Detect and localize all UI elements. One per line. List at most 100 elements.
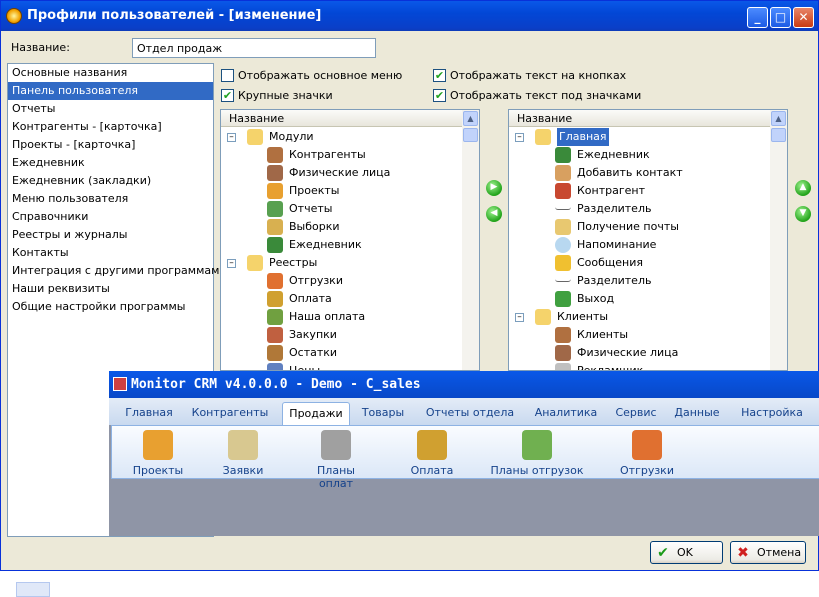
section-item[interactable]: Проекты - [карточка]	[8, 136, 213, 154]
arrow-down-icon[interactable]: ▼	[795, 206, 811, 222]
section-item[interactable]: Общие настройки программы	[8, 298, 213, 316]
ribbon-button[interactable]: Планы отгрузок	[490, 430, 584, 477]
message-icon	[555, 255, 571, 271]
shipment-icon	[632, 430, 662, 460]
check-icon[interactable]: ✔	[221, 89, 234, 102]
tree-node[interactable]: Остатки	[267, 344, 337, 362]
tree-node[interactable]: Выборки	[267, 218, 340, 236]
collapse-icon[interactable]: –	[515, 133, 524, 142]
tree-node[interactable]: Ежедневник	[267, 236, 362, 254]
preview-tab[interactable]: Отчеты отдела	[423, 402, 517, 425]
tree-node[interactable]: Модули	[247, 128, 314, 146]
preview-tab[interactable]: Контрагенты	[189, 402, 271, 425]
scroll-up-icon[interactable]: ▲	[463, 111, 478, 126]
payment-icon	[267, 309, 283, 325]
tree-node[interactable]: Отчеты	[267, 200, 332, 218]
section-item[interactable]: Контрагенты - [карточка]	[8, 118, 213, 136]
tree-node[interactable]: Контрагенты	[267, 146, 366, 164]
truck-icon	[267, 273, 283, 289]
section-item[interactable]: Отчеты	[8, 100, 213, 118]
tree-node[interactable]: Добавить контакт	[555, 164, 683, 182]
report-icon	[267, 201, 283, 217]
ribbon-button[interactable]: Отгрузки	[616, 430, 678, 477]
tree-node[interactable]: Наша оплата	[267, 308, 365, 326]
text-under-icons-checkbox[interactable]: ✔ Отображать текст под значками	[433, 89, 641, 102]
title-bar: Профили пользователей - [изменение] _ □ …	[1, 1, 818, 31]
window-title: Профили пользователей - [изменение]	[27, 8, 322, 23]
checkbox-box[interactable]	[221, 69, 234, 82]
tree-node[interactable]: Отгрузки	[267, 272, 343, 290]
scroll-up-icon[interactable]: ▲	[771, 111, 786, 126]
section-item[interactable]: Наши реквизиты	[8, 280, 213, 298]
collapse-icon[interactable]: –	[515, 313, 524, 322]
maximize-button[interactable]: □	[770, 7, 791, 28]
large-icons-checkbox[interactable]: ✔ Крупные значки	[221, 89, 333, 102]
tree-node[interactable]: Разделитель	[555, 200, 651, 218]
section-item[interactable]: Основные названия	[8, 64, 213, 82]
ribbon-button[interactable]: Планы оплат	[300, 430, 372, 490]
tree-node[interactable]: Получение почты	[555, 218, 679, 236]
arrow-left-icon[interactable]: ◀	[486, 206, 502, 222]
check-icon[interactable]: ✔	[433, 89, 446, 102]
cancel-button[interactable]: ✖ Отмена	[730, 541, 806, 564]
minimize-button[interactable]: _	[747, 7, 768, 28]
folder-icon	[535, 129, 551, 145]
section-item[interactable]: Ежедневник (закладки)	[8, 172, 213, 190]
preview-tab[interactable]: Товары	[357, 402, 409, 425]
ok-button[interactable]: ✔ OK	[650, 541, 723, 564]
tree-node[interactable]: Цены	[267, 362, 320, 370]
preview-tab[interactable]: Сервис	[610, 402, 662, 425]
tree-node[interactable]: Клиенты	[555, 326, 628, 344]
tree-node[interactable]: Контрагент	[555, 182, 645, 200]
arrow-up-icon[interactable]: ▲	[795, 180, 811, 196]
vertical-scrollbar[interactable]: ▲	[462, 110, 479, 370]
preview-tab[interactable]: Главная	[119, 402, 179, 425]
tree-node[interactable]: Выход	[555, 290, 614, 308]
section-item[interactable]: Меню пользователя	[8, 190, 213, 208]
name-input[interactable]	[132, 38, 376, 58]
tree-node[interactable]: Рекламщик	[555, 362, 643, 370]
ribbon-button[interactable]: Заявки	[217, 430, 269, 477]
preview-tab[interactable]: Аналитика	[531, 402, 601, 425]
show-main-menu-checkbox[interactable]: Отображать основное меню	[221, 69, 402, 82]
arrow-right-icon[interactable]: ▶	[486, 180, 502, 196]
check-icon[interactable]: ✔	[433, 69, 446, 82]
tree-node[interactable]: Клиенты	[535, 308, 608, 326]
tree-node[interactable]: Ежедневник	[555, 146, 650, 164]
close-button[interactable]: ✕	[793, 7, 814, 28]
profile-window: Профили пользователей - [изменение] _ □ …	[0, 0, 819, 597]
tree-node[interactable]: Физические лица	[555, 344, 678, 362]
section-item[interactable]: Реестры и журналы	[8, 226, 213, 244]
scroll-thumb[interactable]	[771, 128, 786, 142]
tree-node[interactable]: Проекты	[267, 182, 340, 200]
separator-icon	[555, 273, 571, 282]
ribbon-button[interactable]: Оплата	[406, 430, 458, 477]
tree-node[interactable]: Главная	[535, 128, 609, 146]
tree-node[interactable]: Сообщения	[555, 254, 643, 272]
section-item[interactable]: Панель пользователя	[8, 82, 213, 100]
collapse-icon[interactable]: –	[227, 259, 236, 268]
person-icon	[555, 327, 571, 343]
tree-node[interactable]: Реестры	[247, 254, 317, 272]
preview-tab[interactable]: Настройка	[737, 402, 807, 425]
collapse-icon[interactable]: –	[227, 133, 236, 142]
crm-preview: Monitor CRM v4.0.0.0 - Demo - C_sales Гл…	[109, 371, 819, 536]
tree-header: Название	[221, 110, 479, 127]
tree-node[interactable]: Напоминание	[555, 236, 656, 254]
tree-node[interactable]: Закупки	[267, 326, 337, 344]
section-item[interactable]: Справочники	[8, 208, 213, 226]
tree-node[interactable]: Оплата	[267, 290, 332, 308]
tree-node[interactable]: Физические лица	[267, 164, 390, 182]
scroll-thumb[interactable]	[463, 128, 478, 142]
section-item[interactable]: Контакты	[8, 244, 213, 262]
preview-tab-active[interactable]: Продажи	[282, 402, 350, 425]
preview-tab[interactable]: Данные	[672, 402, 722, 425]
section-item[interactable]: Ежедневник	[8, 154, 213, 172]
section-item[interactable]: Интеграция с другими программами	[8, 262, 227, 280]
ribbon-button[interactable]: Проекты	[132, 430, 184, 477]
exit-icon	[555, 291, 571, 307]
text-on-buttons-checkbox[interactable]: ✔ Отображать текст на кнопках	[433, 69, 626, 82]
horizontal-scrollbar[interactable]	[16, 582, 50, 597]
vertical-scrollbar[interactable]: ▲	[770, 110, 787, 370]
tree-node[interactable]: Разделитель	[555, 272, 651, 290]
